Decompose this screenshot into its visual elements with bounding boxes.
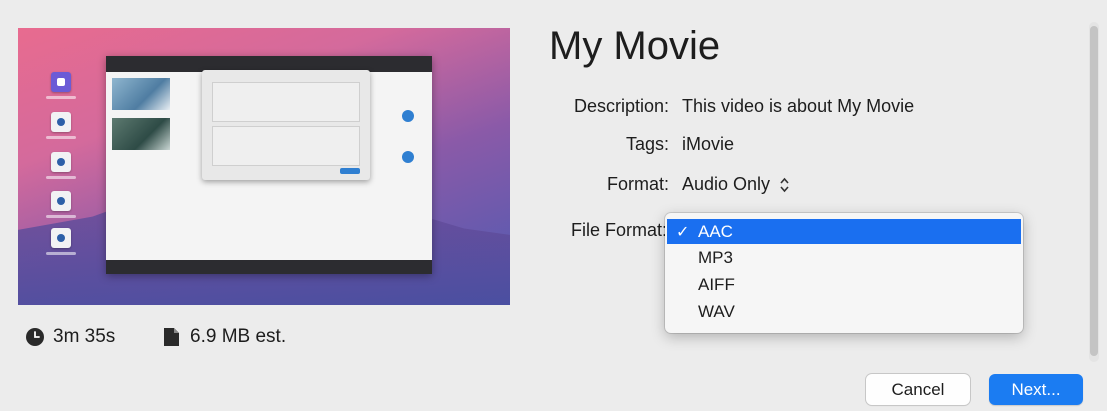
duration-stat: 3m 35s: [26, 326, 115, 348]
preview-video-thumb: [112, 118, 170, 150]
movie-title: My Movie: [549, 24, 721, 68]
preview-footer: [106, 260, 432, 274]
up-down-chevron-icon: [780, 177, 789, 192]
size-value: 6.9 MB est.: [190, 326, 287, 347]
file-icon: [51, 152, 71, 172]
scrollbar-thumb[interactable]: [1090, 26, 1098, 356]
preview-app-window: [106, 56, 432, 274]
format-popup[interactable]: Audio Only: [682, 174, 789, 195]
file-format-label: File Format:: [570, 220, 667, 240]
file-format-menu: ✓ AAC MP3 AIFF WAV: [665, 213, 1023, 333]
app-icon: [51, 72, 71, 92]
preview-badge: [402, 110, 414, 122]
file-icon: [51, 228, 71, 248]
menu-item-label: AIFF: [698, 274, 735, 294]
movie-preview-thumbnail: [18, 28, 510, 305]
duration-value: 3m 35s: [53, 326, 116, 347]
preview-dialog-section: [212, 82, 360, 122]
format-label: Format:: [606, 174, 669, 194]
format-selected-value: Audio Only: [682, 174, 771, 194]
icon-label: [46, 215, 76, 218]
menu-item-mp3[interactable]: MP3: [665, 245, 1023, 270]
preview-badge: [402, 151, 414, 163]
preview-video-thumb: [112, 78, 170, 110]
menu-item-label: WAV: [698, 301, 735, 321]
menu-item-label: MP3: [698, 247, 733, 267]
cancel-button[interactable]: Cancel: [866, 374, 970, 405]
icon-label: [46, 136, 76, 139]
menu-item-aac[interactable]: ✓ AAC: [667, 219, 1021, 244]
tags-value[interactable]: iMovie: [682, 134, 734, 155]
file-icon: [51, 112, 71, 132]
file-icon: [51, 191, 71, 211]
next-button[interactable]: Next...: [989, 374, 1083, 405]
preview-dialog-button: [340, 168, 360, 174]
preview-dialog-section: [212, 126, 360, 166]
icon-label: [46, 176, 76, 179]
menu-item-label: AAC: [698, 221, 733, 241]
size-stat: 6.9 MB est.: [164, 326, 286, 348]
document-icon: [164, 328, 179, 346]
description-label: Description:: [573, 96, 669, 116]
description-value[interactable]: This video is about My Movie: [682, 96, 914, 117]
menu-item-wav[interactable]: WAV: [665, 299, 1023, 324]
menu-item-aiff[interactable]: AIFF: [665, 272, 1023, 297]
icon-label: [46, 96, 76, 99]
icon-label: [46, 252, 76, 255]
tags-label: Tags:: [625, 134, 669, 154]
preview-dialog: [202, 70, 370, 180]
clock-icon: [26, 328, 44, 346]
checkmark-icon: ✓: [676, 223, 690, 241]
